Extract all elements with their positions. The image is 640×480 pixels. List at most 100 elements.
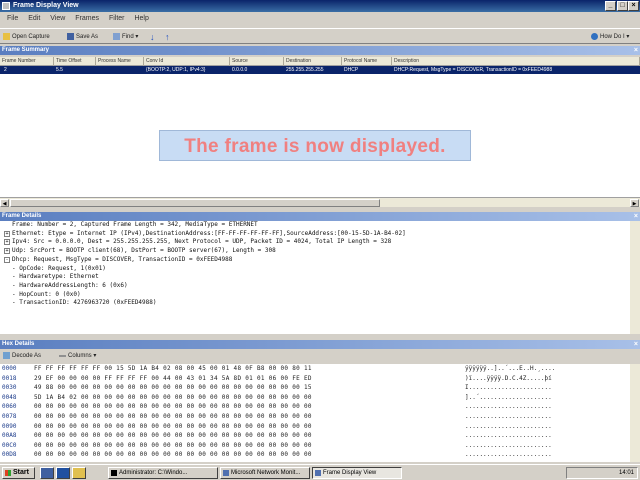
tree-node-label: - TransactionID: 4276963720 (0xFEED4988) (12, 299, 157, 307)
expand-toggle-icon[interactable]: + (4, 239, 10, 246)
tree-node[interactable]: + Ipv4: Src = 0.0.0.0, Dest = 255.255.255… (0, 238, 630, 247)
hex-row[interactable]: 0060 00 00 00 00 00 00 00 00 00 00 00 00 … (0, 402, 630, 412)
tree-node[interactable]: Frame: Number = 2, Captured Frame Length… (0, 221, 630, 230)
tree-node[interactable]: - TransactionID: 4276963720 (0xFEED4988) (0, 299, 630, 308)
expand-toggle-icon[interactable]: + (4, 230, 10, 237)
hex-offset: 0048 (2, 393, 17, 401)
hex-ascii: I....................... (465, 384, 552, 392)
col-destination[interactable]: Destination (284, 57, 342, 66)
task-cmd[interactable]: Administrator: C:\Windo... (108, 467, 218, 479)
system-tray: 14:01 (566, 467, 638, 479)
cell-time-offset: 5.5 (56, 67, 63, 73)
open-capture-button[interactable]: Open Capture (2, 31, 50, 43)
cell-source: 0.0.0.0 (232, 67, 248, 73)
find-icon (113, 33, 120, 40)
hex-row[interactable]: 00C0 00 00 00 00 00 00 00 00 00 00 00 00 … (0, 441, 630, 451)
scroll-left-icon[interactable]: ◀ (0, 199, 9, 207)
hex-row[interactable]: 0030 49 88 00 00 00 00 00 00 00 00 00 00 … (0, 383, 630, 393)
scroll-thumb[interactable] (10, 199, 380, 207)
decode-as-button[interactable]: Decode As (2, 350, 41, 362)
col-protocol-name[interactable]: Protocol Name (342, 57, 392, 66)
table-row[interactable]: 2 5.5 {BOOTP:2, UDP:1, IPv4:3} 0.0.0.0 2… (0, 66, 640, 74)
windows-logo-icon (5, 470, 11, 476)
hex-offset: 0000 (2, 365, 17, 372)
tree-node-label: - HopCount: 0 (0x0) (12, 290, 81, 298)
close-button[interactable]: × (628, 1, 639, 11)
save-as-button[interactable]: Save As (66, 31, 98, 43)
menu-filter[interactable]: Filter (105, 12, 129, 26)
col-source[interactable]: Source (230, 57, 284, 66)
hex-row[interactable]: 0018 29 EF 00 00 00 00 FF FF FF FF 00 44 … (0, 374, 630, 384)
hex-row[interactable]: 0090 00 00 00 00 00 00 00 00 00 00 00 00 … (0, 422, 630, 432)
close-pane-icon[interactable]: × (634, 340, 638, 349)
hex-bytes: 00 00 00 00 00 00 00 00 00 00 00 00 00 0… (34, 432, 312, 440)
tree-node[interactable]: - HardwareAddressLength: 6 (0x6) (0, 282, 630, 291)
decode-icon (3, 352, 10, 359)
clock[interactable]: 14:01 (619, 470, 634, 476)
col-time-offset[interactable]: Time Offset (54, 57, 96, 66)
details-vertical-scrollbar[interactable] (630, 221, 640, 334)
scroll-right-icon[interactable]: ▶ (630, 199, 639, 207)
hex-row[interactable]: 00D8 00 00 00 00 00 00 00 00 00 00 00 00 … (0, 450, 630, 460)
minimize-button[interactable]: _ (605, 1, 616, 11)
summary-horizontal-scrollbar[interactable]: ◀ ▶ (0, 197, 640, 207)
app-icon (2, 2, 10, 10)
hex-bytes: 29 EF 00 00 00 00 FF FF FF FF 00 44 00 4… (34, 374, 312, 382)
col-conv-id[interactable]: Conv Id (144, 57, 230, 66)
cell-protocol: DHCP (344, 67, 359, 73)
hex-row[interactable]: 0078 00 00 00 00 00 00 00 00 00 00 00 00 … (0, 412, 630, 422)
arrow-up-icon[interactable]: ↑ (165, 31, 170, 43)
hex-dump[interactable]: 0000 FF FF FF FF FF FF 00 15 5D 1A B4 02 … (0, 364, 630, 462)
menu-edit[interactable]: Edit (24, 12, 44, 26)
save-icon (67, 33, 74, 40)
tree-node[interactable]: - Hardwaretype: Ethernet (0, 273, 630, 282)
col-process-name[interactable]: Process Name (96, 57, 144, 66)
expand-toggle-icon[interactable]: + (4, 248, 10, 255)
hex-ascii: ÿÿÿÿÿÿ..]..´...E..H.¸.... (465, 365, 556, 372)
tree-node-label: Ethernet: Etype = Internet IP (IPv4),Des… (12, 229, 406, 237)
col-frame-number[interactable]: Frame Number (0, 57, 54, 66)
task-frame-display[interactable]: Frame Display View (312, 467, 402, 479)
hex-row[interactable]: 0000 FF FF FF FF FF FF 00 15 5D 1A B4 02 … (0, 364, 630, 374)
title-bar: Frame Display View _ □ × (0, 0, 640, 12)
tree-node[interactable]: + Udp: SrcPort = BOOTP client(68), DstPor… (0, 247, 630, 256)
quicklaunch-explorer-icon[interactable] (72, 467, 86, 479)
tree-node[interactable]: - HopCount: 0 (0x0) (0, 291, 630, 300)
tree-node-label: - HardwareAddressLength: 6 (0x6) (12, 281, 128, 289)
task-netmon[interactable]: Microsoft Network Monit... (220, 467, 310, 479)
hex-offset: 0090 (2, 422, 17, 430)
frame-summary-header: Frame Summary × (0, 46, 640, 55)
frame-details-tree[interactable]: Frame: Number = 2, Captured Frame Length… (0, 221, 630, 334)
tree-node-label: Udp: SrcPort = BOOTP client(68), DstPort… (12, 247, 276, 255)
expand-toggle-icon[interactable]: - (4, 256, 10, 263)
start-button[interactable]: Start (2, 467, 35, 479)
menu-frames[interactable]: Frames (71, 12, 103, 26)
hex-bytes: 00 00 00 00 00 00 00 00 00 00 00 00 00 0… (34, 403, 312, 411)
menu-help[interactable]: Help (130, 12, 152, 26)
hex-ascii: ........................ (465, 403, 552, 411)
hex-row[interactable]: 0048 5D 1A B4 02 00 00 00 00 00 00 00 00 … (0, 393, 630, 403)
close-pane-icon[interactable]: × (634, 46, 638, 55)
menu-view[interactable]: View (46, 12, 69, 26)
menu-file[interactable]: File (3, 12, 22, 26)
col-description[interactable]: Description (392, 57, 640, 66)
tree-node[interactable]: + Ethernet: Etype = Internet IP (IPv4),De… (0, 230, 630, 239)
columns-button[interactable]: Columns ▾ (58, 350, 96, 362)
maximize-button[interactable]: □ (617, 1, 628, 11)
quicklaunch-server-icon[interactable] (40, 467, 54, 479)
quicklaunch-powershell-icon[interactable] (56, 467, 70, 479)
hex-row[interactable]: 00A8 00 00 00 00 00 00 00 00 00 00 00 00 … (0, 431, 630, 441)
hex-toolbar: Decode As Columns ▾ (0, 350, 640, 363)
arrow-down-icon[interactable]: ↓ (150, 31, 155, 43)
hex-offset: 00A8 (2, 432, 17, 440)
find-button[interactable]: Find ▾ (112, 31, 138, 43)
how-do-i-button[interactable]: How Do I ▾ (590, 31, 629, 43)
hex-offset: 0078 (2, 412, 17, 420)
tree-node[interactable]: - OpCode: Request, 1(0x01) (0, 265, 630, 274)
hex-vertical-scrollbar[interactable] (630, 364, 640, 462)
hex-bytes: 00 00 00 00 00 00 00 00 00 00 00 00 00 0… (34, 412, 312, 420)
close-pane-icon[interactable]: × (634, 212, 638, 221)
tree-node[interactable]: - Dhcp: Request, MsgType = DISCOVER, Tran… (0, 256, 630, 265)
tree-node-label: Ipv4: Src = 0.0.0.0, Dest = 255.255.255.… (12, 238, 392, 246)
hex-bytes: 5D 1A B4 02 00 00 00 00 00 00 00 00 00 0… (34, 393, 312, 401)
